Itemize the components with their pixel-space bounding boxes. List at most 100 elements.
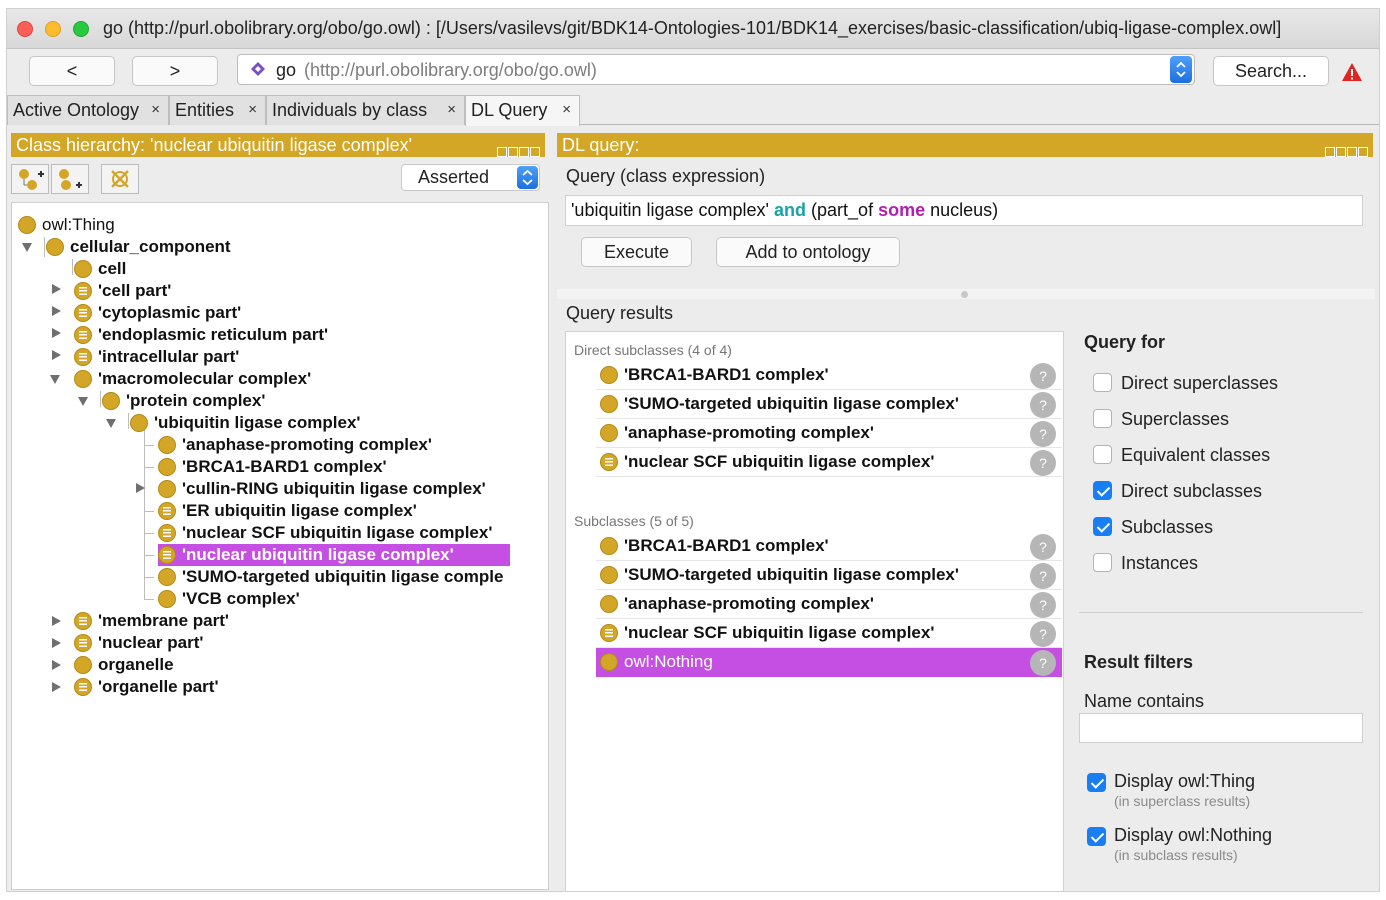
explain-help-icon[interactable]: ? <box>1030 563 1056 589</box>
expr-text: 'ubiquitin ligase complex' <box>571 200 769 220</box>
result-label: 'BRCA1-BARD1 complex' <box>624 536 829 555</box>
close-tab-icon[interactable]: × <box>248 96 257 124</box>
superclasses-checkbox[interactable] <box>1093 409 1112 428</box>
expand-arrow-icon[interactable] <box>52 350 61 360</box>
collapse-arrow-icon[interactable] <box>106 419 116 428</box>
ontology-dropdown-stepper-icon[interactable] <box>1170 56 1192 83</box>
class-icon <box>600 424 618 442</box>
query-for-title: Query for <box>1084 332 1166 352</box>
query-results-list[interactable]: Direct subclasses (4 of 4) 'BRCA1-BARD1 … <box>565 331 1064 891</box>
class-expression-input[interactable]: 'ubiquitin ligase complex' and (part_of … <box>565 195 1363 226</box>
explain-help-icon[interactable]: ? <box>1030 534 1056 560</box>
close-window-button[interactable] <box>17 21 33 37</box>
result-row-selected[interactable]: owl:Nothing ? <box>596 648 1062 677</box>
collapse-arrow-icon[interactable] <box>50 375 60 384</box>
name-contains-input[interactable] <box>1079 713 1363 743</box>
close-tab-icon[interactable]: × <box>447 96 456 124</box>
result-label: 'anaphase-promoting complex' <box>624 423 874 442</box>
class-icon <box>18 216 36 234</box>
tab-individuals-by-class[interactable]: Individuals by class × <box>266 95 465 125</box>
mode-dropdown-stepper-icon[interactable] <box>517 166 538 189</box>
defined-class-icon <box>158 546 176 564</box>
result-row[interactable]: 'BRCA1-BARD1 complex' ? <box>596 361 1062 390</box>
explain-help-icon[interactable]: ? <box>1030 363 1056 389</box>
defined-class-icon <box>74 282 92 300</box>
view-controls[interactable] <box>1324 139 1368 163</box>
defined-class-icon <box>74 326 92 344</box>
class-icon <box>102 392 120 410</box>
zoom-window-button[interactable] <box>73 21 89 37</box>
close-tab-icon[interactable]: × <box>151 96 160 124</box>
expand-arrow-icon[interactable] <box>52 682 61 692</box>
explain-help-icon[interactable]: ? <box>1030 650 1056 676</box>
expand-arrow-icon[interactable] <box>52 328 61 338</box>
tree-node-selected[interactable]: 'nuclear ubiquitin ligase complex' <box>158 544 510 566</box>
execute-button[interactable]: Execute <box>581 237 692 267</box>
class-icon <box>600 537 618 555</box>
expr-text: nucleus) <box>930 200 999 220</box>
result-row[interactable]: 'nuclear SCF ubiquitin ligase complex' ? <box>596 448 1062 477</box>
warning-icon[interactable] <box>1341 62 1363 82</box>
class-icon <box>600 566 618 584</box>
ontology-diamond-icon <box>251 62 265 76</box>
collapse-arrow-icon[interactable] <box>78 397 88 406</box>
forward-button[interactable]: > <box>132 56 218 86</box>
add-sibling-button[interactable] <box>51 164 89 194</box>
expand-arrow-icon[interactable] <box>52 638 61 648</box>
tab-active-ontology[interactable]: Active Ontology × <box>7 95 169 125</box>
defined-class-icon <box>158 524 176 542</box>
display-owl-thing-checkbox[interactable] <box>1087 773 1106 792</box>
expand-arrow-icon[interactable] <box>52 284 61 294</box>
add-subclass-button[interactable] <box>11 164 49 194</box>
query-results-label: Query results <box>566 303 674 323</box>
window-title: go (http://purl.obolibrary.org/obo/go.ow… <box>103 18 1282 38</box>
direct-subclasses-checkbox[interactable] <box>1093 481 1112 500</box>
search-button[interactable]: Search... <box>1213 56 1329 86</box>
result-row[interactable]: 'anaphase-promoting complex' ? <box>596 419 1062 448</box>
checkbox-label: Superclasses <box>1121 409 1230 429</box>
result-row[interactable]: 'SUMO-targeted ubiquitin ligase complex'… <box>596 390 1062 419</box>
collapse-arrow-icon[interactable] <box>22 243 32 252</box>
active-ontology-selector[interactable]: go (http://purl.obolibrary.org/obo/go.ow… <box>237 54 1195 85</box>
tab-dl-query[interactable]: DL Query × <box>465 95 580 126</box>
delete-class-button[interactable] <box>101 164 139 194</box>
result-row[interactable]: 'BRCA1-BARD1 complex' ? <box>596 532 1062 561</box>
checkbox-label: Direct superclasses <box>1121 373 1279 393</box>
expand-arrow-icon[interactable] <box>52 660 61 670</box>
result-label: 'BRCA1-BARD1 complex' <box>624 365 829 384</box>
class-hierarchy-tree[interactable]: owl:Thing cellular_component cell 'cell … <box>11 202 549 890</box>
tab-label: Active Ontology <box>13 100 140 120</box>
result-row[interactable]: 'nuclear SCF ubiquitin ligase complex' ? <box>596 619 1062 648</box>
instances-checkbox[interactable] <box>1093 553 1112 572</box>
minimize-window-button[interactable] <box>45 21 61 37</box>
result-row[interactable]: 'SUMO-targeted ubiquitin ligase complex'… <box>596 561 1062 590</box>
display-owl-nothing-checkbox[interactable] <box>1087 827 1106 846</box>
explain-help-icon[interactable]: ? <box>1030 392 1056 418</box>
defined-class-icon <box>74 304 92 322</box>
hierarchy-mode-select[interactable]: Asserted <box>401 164 540 191</box>
result-row[interactable]: 'anaphase-promoting complex' ? <box>596 590 1062 619</box>
expand-arrow-icon[interactable] <box>136 483 145 493</box>
explain-help-icon[interactable]: ? <box>1030 450 1056 476</box>
view-controls[interactable] <box>496 139 540 163</box>
back-button[interactable]: < <box>29 56 115 86</box>
split-divider[interactable] <box>557 289 1375 299</box>
expr-keyword-and: and <box>774 200 807 220</box>
tab-entities[interactable]: Entities × <box>169 95 266 125</box>
expand-arrow-icon[interactable] <box>52 306 61 316</box>
explain-help-icon[interactable]: ? <box>1030 621 1056 647</box>
divider-grip-icon[interactable] <box>961 291 968 298</box>
add-to-ontology-button[interactable]: Add to ontology <box>716 237 900 267</box>
delete-class-icon <box>111 170 129 188</box>
class-icon <box>74 370 92 388</box>
explain-help-icon[interactable]: ? <box>1030 592 1056 618</box>
close-tab-icon[interactable]: × <box>562 96 571 124</box>
checkbox-label: Direct subclasses <box>1121 481 1263 501</box>
add-subclass-icon <box>19 169 44 190</box>
equivalent-classes-checkbox[interactable] <box>1093 445 1112 464</box>
subclasses-checkbox[interactable] <box>1093 517 1112 536</box>
explain-help-icon[interactable]: ? <box>1030 421 1056 447</box>
class-icon <box>74 656 92 674</box>
expand-arrow-icon[interactable] <box>52 616 61 626</box>
direct-superclasses-checkbox[interactable] <box>1093 373 1112 392</box>
